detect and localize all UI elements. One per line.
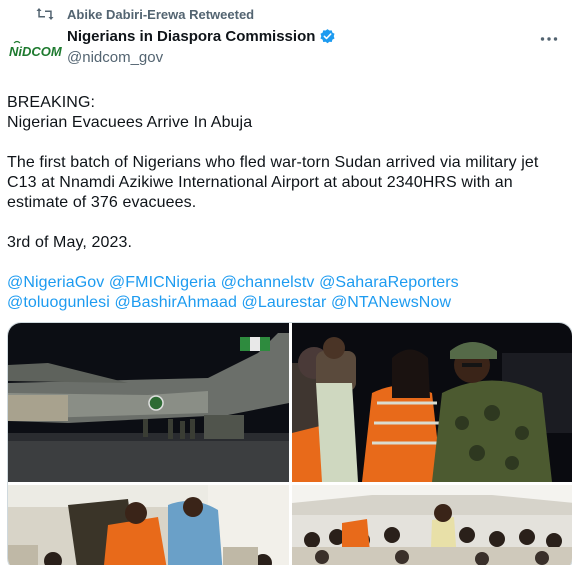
photo-cabin-evacuees[interactable] bbox=[8, 485, 289, 565]
mention-link[interactable]: @NTANewsNow bbox=[331, 294, 451, 311]
retweet-header[interactable]: Abike Dabiri-Erewa Retweeted bbox=[35, 5, 254, 23]
verified-badge-icon bbox=[319, 28, 336, 45]
mention-link[interactable]: @SaharaReporters bbox=[319, 274, 459, 291]
tweet-mentions: @NigeriaGov @FMICNigeria @channelstv @Sa… bbox=[7, 273, 567, 313]
retweet-label: Abike Dabiri-Erewa Retweeted bbox=[67, 6, 255, 22]
mention-link[interactable]: @Laurestar bbox=[242, 294, 327, 311]
avatar[interactable]: NiDCOM bbox=[7, 30, 63, 70]
tweet-date: 3rd of May, 2023. bbox=[7, 234, 133, 251]
mention-link[interactable]: @channelstv bbox=[221, 274, 315, 291]
mention-link[interactable]: @BashirAhmaad bbox=[115, 294, 238, 311]
more-options-icon[interactable] bbox=[538, 30, 560, 48]
author-handle[interactable]: @nidcom_gov bbox=[67, 49, 163, 66]
author-name[interactable]: Nigerians in Diaspora Commission bbox=[67, 28, 315, 45]
mention-link[interactable]: @FMICNigeria bbox=[109, 274, 216, 291]
author-name-row[interactable]: Nigerians in Diaspora Commission bbox=[67, 28, 336, 45]
tweet-line-headline: Nigerian Evacuees Arrive In Abuja bbox=[7, 114, 253, 131]
photo-officials-greeting[interactable] bbox=[292, 323, 572, 482]
media-grid bbox=[7, 322, 572, 565]
tweet-line-breaking: BREAKING: bbox=[7, 94, 96, 111]
photo-cabin-overview[interactable] bbox=[292, 485, 572, 565]
photo-military-jet[interactable] bbox=[8, 323, 289, 482]
tweet-text: BREAKING: Nigerian Evacuees Arrive In Ab… bbox=[7, 93, 567, 313]
svg-text:NiDCOM: NiDCOM bbox=[9, 44, 62, 59]
retweet-icon bbox=[35, 6, 55, 22]
nidcom-logo: NiDCOM bbox=[9, 40, 62, 59]
tweet-body: The first batch of Nigerians who fled wa… bbox=[7, 154, 544, 211]
mention-link[interactable]: @NigeriaGov bbox=[7, 274, 104, 291]
mention-link[interactable]: @toluogunlesi bbox=[7, 294, 110, 311]
